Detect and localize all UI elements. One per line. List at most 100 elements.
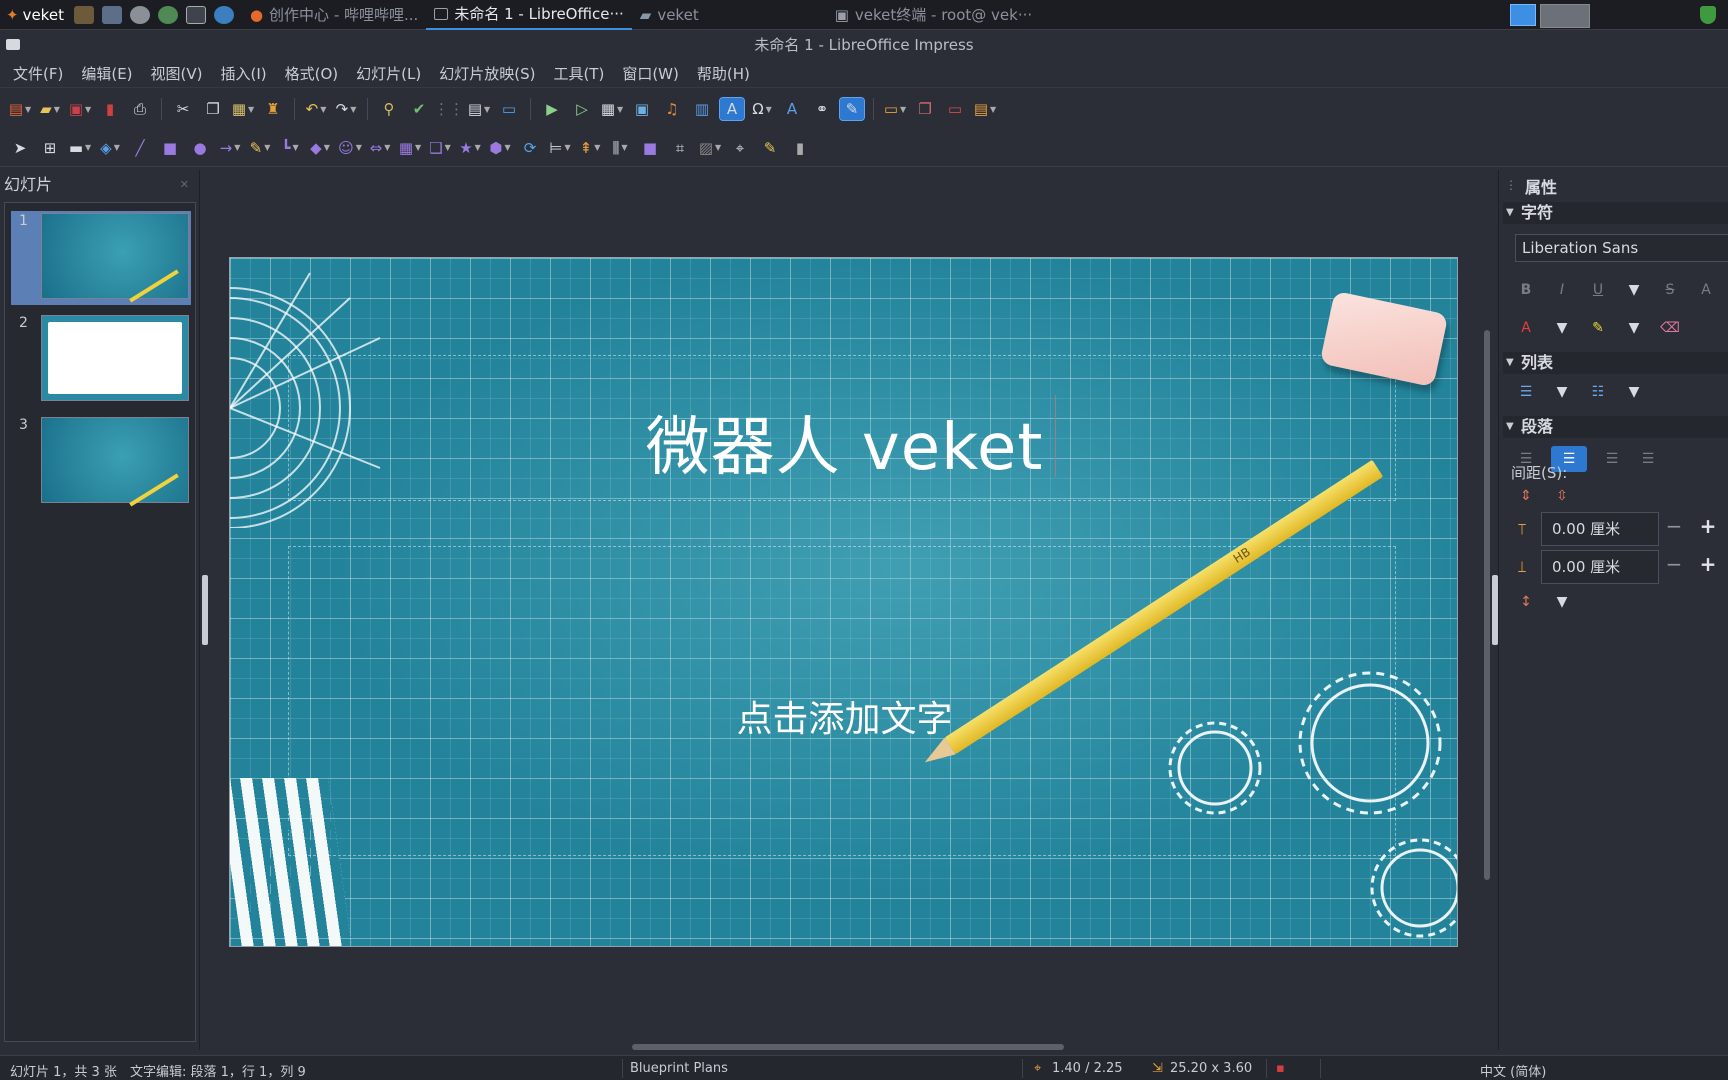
line-arrow-icon[interactable]: → ▼ <box>218 137 242 159</box>
spacing-below-increase[interactable]: + <box>1697 552 1719 576</box>
insert-textbox-icon[interactable]: A <box>719 97 745 121</box>
menu-slideshow[interactable]: 幻灯片放映(S) <box>430 63 544 84</box>
shadow-icon[interactable]: ■ <box>638 137 662 159</box>
slide-thumbnail-3[interactable]: 3 <box>11 415 191 509</box>
undo-icon[interactable]: ↶ ▼ <box>304 98 328 120</box>
horizontal-scrollbar[interactable] <box>632 1044 1064 1050</box>
start-menu-button[interactable]: ✦ veket <box>0 0 70 30</box>
fill-color-icon[interactable]: ◈ ▼ <box>98 137 122 159</box>
section-character[interactable]: 字符 <box>1503 202 1728 224</box>
master-slide-icon[interactable]: ▭ <box>497 98 521 120</box>
block-arrows-icon[interactable]: ⇔ ▼ <box>368 137 392 159</box>
rectangle-tool-icon[interactable]: ■ <box>158 137 182 159</box>
font-color-dropdown-icon[interactable]: ▼ <box>1551 318 1573 338</box>
filter-icon[interactable]: ▨ ▼ <box>698 137 722 159</box>
crop-icon[interactable]: ⌗ <box>668 137 692 159</box>
left-splitter[interactable] <box>200 170 210 1050</box>
splitter-grip[interactable] <box>202 575 208 645</box>
settings-gear-icon[interactable] <box>129 5 150 24</box>
ordered-list-icon[interactable]: ☷ <box>1587 382 1609 402</box>
export-pdf-icon[interactable]: ▮ <box>98 98 122 120</box>
highlight-color-icon[interactable]: ✎ <box>1587 318 1609 338</box>
globe-icon[interactable] <box>213 5 234 24</box>
terminal-icon[interactable] <box>185 5 206 24</box>
spacing-above-input[interactable]: 0.00 厘米 <box>1541 512 1659 546</box>
ellipse-tool-icon[interactable]: ● <box>188 137 212 159</box>
menu-edit[interactable]: 编辑(E) <box>72 63 141 84</box>
clear-formatting-icon[interactable]: ⌫ <box>1659 318 1681 338</box>
ordered-list-dropdown-icon[interactable]: ▼ <box>1623 382 1645 402</box>
drag-handle-icon[interactable]: ⋮ <box>1505 178 1517 192</box>
slide-thumbnail-2[interactable]: 2 <box>11 313 191 407</box>
hyperlink-icon[interactable]: ⚭ <box>810 98 834 120</box>
line-spacing-dropdown-icon[interactable]: ▼ <box>1551 592 1573 612</box>
new-slide-icon[interactable]: ▭ ▼ <box>883 98 907 120</box>
display-views-icon[interactable]: ▤ ▼ <box>467 98 491 120</box>
insert-media-icon[interactable]: ♫ <box>660 98 684 120</box>
bold-icon[interactable]: B <box>1515 280 1537 300</box>
highlight-dropdown-icon[interactable]: ▼ <box>1623 318 1645 338</box>
symbol-shapes-icon[interactable]: ☺ ▼ <box>338 137 362 159</box>
slide-thumbnail-1[interactable]: 1 <box>11 211 191 305</box>
start-from-current-icon[interactable]: ▷ <box>570 98 594 120</box>
flowchart-icon[interactable]: ▦ ▼ <box>398 137 422 159</box>
menu-slide[interactable]: 幻灯片(L) <box>347 63 430 84</box>
status-master-slide[interactable]: Blueprint Plans <box>630 1061 728 1076</box>
menu-view[interactable]: 视图(V) <box>142 63 212 84</box>
insert-image-icon[interactable]: ▣ <box>630 98 654 120</box>
copy-icon[interactable]: ❐ <box>201 98 225 120</box>
connector-icon[interactable]: ┗ ▼ <box>278 137 302 159</box>
font-color-icon[interactable]: A <box>1515 318 1537 338</box>
line-tool-icon[interactable]: ╱ <box>128 137 152 159</box>
clone-formatting-icon[interactable]: ♜ <box>261 98 285 120</box>
new-document-icon[interactable]: ▤ ▼ <box>8 98 32 120</box>
slide-layout-icon[interactable]: ▤ ▼ <box>973 98 997 120</box>
glue-points-icon[interactable]: ✎ <box>758 137 782 159</box>
italic-icon[interactable]: I <box>1551 280 1573 300</box>
spacing-below-input[interactable]: 0.00 厘米 <box>1541 550 1659 584</box>
align-objects-icon[interactable]: ⊨ ▼ <box>548 137 572 159</box>
line-spacing-icon[interactable]: ↕ <box>1515 592 1537 612</box>
task-browser[interactable]: ● 创作中心 - 哔哩哔哩... <box>242 0 426 30</box>
unordered-list-dropdown-icon[interactable]: ▼ <box>1551 382 1573 402</box>
3d-object-icon[interactable]: ⬢ ▼ <box>488 137 512 159</box>
paste-icon[interactable]: ▦ ▼ <box>231 98 255 120</box>
print-icon[interactable]: ⎙ <box>128 98 152 120</box>
section-list[interactable]: 列表 <box>1503 352 1728 374</box>
underline-dropdown-icon[interactable]: ▼ <box>1623 280 1645 300</box>
show-draw-functions-icon[interactable]: ✎ <box>839 97 865 121</box>
unordered-list-icon[interactable]: ☰ <box>1515 382 1537 402</box>
grid-icon[interactable]: ⋮⋮ <box>434 98 464 120</box>
document-modified-icon[interactable]: ▪ <box>1276 1061 1285 1076</box>
system-monitor-icon[interactable] <box>101 5 122 24</box>
slide-canvas[interactable]: 微器人 veket 点击添加文字 HB <box>210 170 1488 1050</box>
spellcheck-icon[interactable]: ✔ <box>407 98 431 120</box>
task-terminal[interactable]: ▣ veket终端 - root@ vek··· <box>827 0 1040 30</box>
decrease-spacing-icon[interactable]: ⇳ <box>1551 486 1573 506</box>
spacing-above-increase[interactable]: + <box>1697 514 1719 538</box>
points-icon[interactable]: ⌖ <box>728 137 752 159</box>
callout-icon[interactable]: ❑ ▼ <box>428 137 452 159</box>
line-color-icon[interactable]: ▬ ▼ <box>68 137 92 159</box>
strikethrough-icon[interactable]: S <box>1659 280 1681 300</box>
insert-chart-icon[interactable]: ▥ <box>690 98 714 120</box>
select-arrow-icon[interactable]: ➤ <box>8 137 32 159</box>
shield-icon[interactable] <box>1700 6 1716 24</box>
distribute-icon[interactable]: ⫼ ▼ <box>608 137 632 159</box>
toggle-extrusion-icon[interactable]: ▮ <box>788 137 812 159</box>
slide-title-text[interactable]: 微器人 veket <box>230 396 1457 488</box>
workspace-2[interactable] <box>1540 4 1590 28</box>
cut-icon[interactable]: ✂ <box>171 98 195 120</box>
basic-shapes-icon[interactable]: ◆ ▼ <box>308 137 332 159</box>
star-icon[interactable]: ★ ▼ <box>458 137 482 159</box>
shadow-text-icon[interactable]: A <box>1695 280 1717 300</box>
find-replace-icon[interactable]: ⚲ <box>377 98 401 120</box>
align-right-icon[interactable]: ☰ <box>1601 449 1623 469</box>
increase-spacing-icon[interactable]: ⇕ <box>1515 486 1537 506</box>
menu-file[interactable]: 文件(F) <box>4 63 72 84</box>
section-paragraph[interactable]: 段落 <box>1503 416 1728 438</box>
status-language[interactable]: 中文 (简体) <box>1480 1061 1546 1080</box>
window-menu-icon[interactable] <box>6 39 20 50</box>
justify-icon[interactable]: ☰ <box>1637 449 1659 469</box>
rotate-icon[interactable]: ⟳ <box>518 137 542 159</box>
